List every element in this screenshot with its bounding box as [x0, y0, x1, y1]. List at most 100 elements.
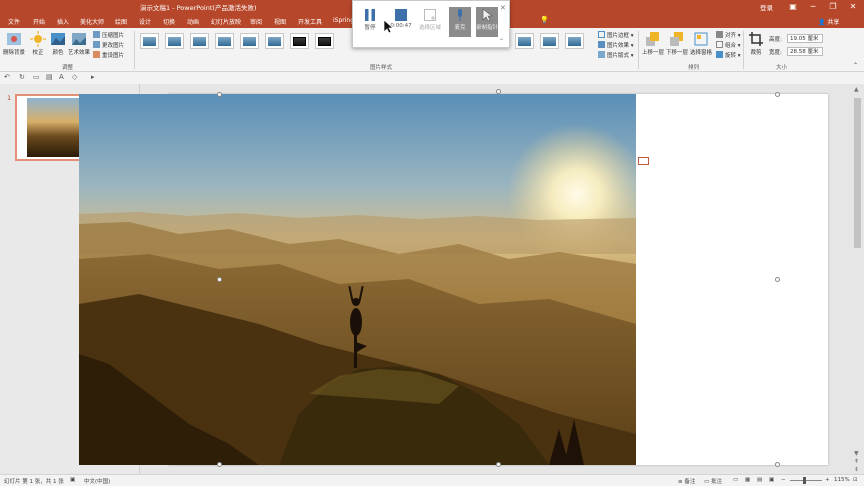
remove-background-button[interactable]: 删除背景	[2, 31, 26, 56]
tab-slideshow[interactable]: 幻灯片放映	[211, 17, 241, 26]
zoom-out-icon[interactable]: −	[781, 477, 786, 483]
sunset-photo	[79, 94, 636, 465]
tab-home[interactable]: 开始	[33, 17, 45, 26]
zoom-slider[interactable]	[790, 480, 822, 481]
shapes-icon[interactable]: ◇	[72, 73, 77, 81]
scroll-up-icon[interactable]: ▲	[854, 86, 859, 93]
minimize-icon[interactable]: ─	[806, 1, 820, 13]
language-label[interactable]: 中文(中国)	[84, 477, 110, 485]
resize-handle[interactable]	[217, 462, 222, 467]
zoom-in-icon[interactable]: +	[825, 477, 830, 483]
resize-handle[interactable]	[217, 92, 222, 97]
style-thumb[interactable]	[265, 33, 284, 49]
zoom-slider-thumb[interactable]	[803, 477, 806, 484]
slide-sorter-icon[interactable]: ▦	[745, 477, 750, 483]
tab-review[interactable]: 审阅	[250, 17, 262, 26]
send-backward-button[interactable]: 下移一层	[665, 31, 689, 56]
tell-me-icon[interactable]: 💡	[540, 16, 549, 24]
change-picture-button[interactable]: 更改图片	[93, 41, 124, 49]
login-button[interactable]: 登录	[760, 2, 773, 12]
style-thumb[interactable]	[140, 33, 159, 49]
style-thumb[interactable]	[190, 33, 209, 49]
resize-handle[interactable]	[775, 92, 780, 97]
prev-slide-icon[interactable]: ⇞	[854, 458, 859, 465]
comments-button[interactable]: ▭ 批注	[704, 477, 722, 485]
style-thumb[interactable]	[290, 33, 309, 49]
scrollbar-thumb[interactable]	[854, 98, 861, 248]
correct-button[interactable]: 校正	[29, 31, 47, 56]
tab-design[interactable]: 设计	[139, 17, 151, 26]
slideshow-icon[interactable]: ▭	[33, 73, 40, 81]
reset-picture-button[interactable]: 重设图片	[93, 51, 124, 59]
record-pointer-button[interactable]: 录制指针	[476, 7, 498, 37]
style-thumb[interactable]	[565, 33, 584, 49]
mouse-cursor-icon	[384, 20, 394, 34]
correct-label: 校正	[32, 50, 44, 56]
group-button[interactable]: 组合 ▾	[716, 41, 741, 49]
scroll-down-icon[interactable]: ▼	[854, 450, 859, 457]
fit-slide-icon[interactable]: ⊡	[853, 477, 858, 483]
tab-developer[interactable]: 开发工具	[298, 17, 322, 26]
vertical-scrollbar[interactable]: ▲ ▼ ⇞ ⇟	[851, 84, 864, 474]
select-area-button[interactable]: 选择区域	[419, 9, 441, 31]
slide-picture[interactable]	[79, 94, 636, 465]
redo-icon[interactable]: ↻	[19, 73, 25, 81]
rotate-handle[interactable]	[496, 89, 501, 94]
tab-draw[interactable]: 绘图	[115, 17, 127, 26]
bring-forward-label: 上移一层	[641, 50, 664, 56]
pause-button[interactable]: 暂停	[359, 9, 381, 31]
style-thumb[interactable]	[240, 33, 259, 49]
tab-ispring[interactable]: iSpring	[333, 17, 354, 24]
slide-count: 幻灯片 第 1 张，共 1 张	[4, 479, 64, 485]
close-icon[interactable]: ✕	[846, 1, 860, 13]
rotate-button[interactable]: 旋转 ▾	[716, 51, 741, 59]
picture-border-button[interactable]: 图片边框 ▾	[598, 31, 634, 39]
spellcheck-icon[interactable]: ▣	[70, 477, 75, 483]
color-button[interactable]: 颜色	[49, 31, 67, 56]
ribbon-display-icon[interactable]: ▣	[786, 1, 800, 13]
customize-icon[interactable]: ▸	[91, 73, 95, 81]
style-thumb[interactable]	[515, 33, 534, 49]
crop-button[interactable]: 裁剪	[746, 31, 766, 56]
reading-view-icon[interactable]: ▤	[757, 477, 762, 483]
style-thumb[interactable]	[315, 33, 334, 49]
zoom-level[interactable]: 115%	[834, 477, 850, 483]
style-thumb[interactable]	[215, 33, 234, 49]
picture-layout-button[interactable]: 图片版式 ▾	[598, 51, 634, 59]
tab-view[interactable]: 视图	[274, 17, 286, 26]
undo-icon[interactable]: ↶	[4, 73, 10, 81]
next-slide-icon[interactable]: ⇟	[854, 466, 859, 473]
width-field[interactable]: 28.58 厘米	[787, 47, 823, 56]
slideshow-view-icon[interactable]: ▣	[769, 477, 774, 483]
tab-beautify[interactable]: 美化大师	[80, 17, 104, 26]
collapse-ribbon-icon[interactable]: ⌃	[853, 62, 858, 69]
resize-handle[interactable]	[775, 462, 780, 467]
resize-handle[interactable]	[217, 277, 222, 282]
resize-handle[interactable]	[496, 462, 501, 467]
artistic-effects-button[interactable]: 艺术效果	[68, 31, 90, 56]
selection-pane-button[interactable]: 选择窗格	[689, 31, 713, 56]
tab-transitions[interactable]: 切换	[163, 17, 175, 26]
close-icon[interactable]: ✕	[500, 4, 506, 12]
compress-pictures-button[interactable]: 压缩图片	[93, 31, 124, 39]
style-thumb[interactable]	[540, 33, 559, 49]
save-icon[interactable]: ▤	[46, 73, 53, 81]
tab-animations[interactable]: 动画	[187, 17, 199, 26]
align-button[interactable]: 对齐 ▾	[716, 31, 741, 39]
font-size-icon[interactable]: A	[59, 73, 64, 81]
tab-file[interactable]: 文件	[8, 17, 20, 26]
height-field[interactable]: 19.05 厘米	[787, 34, 823, 43]
maximize-icon[interactable]: ❐	[826, 1, 840, 13]
normal-view-icon[interactable]: ▭	[733, 477, 738, 483]
share-button[interactable]: 👤 共享	[818, 17, 839, 26]
microphone-button[interactable]: 麦克	[449, 7, 471, 37]
picture-effects-button[interactable]: 图片效果 ▾	[598, 41, 634, 49]
window-title: 演示文稿1 - PowerPoint(产品激活失败)	[140, 4, 257, 12]
tab-insert[interactable]: 插入	[57, 17, 69, 26]
bring-forward-button[interactable]: 上移一层	[641, 31, 665, 56]
notes-button[interactable]: ≡ 备注	[678, 477, 695, 485]
chevron-up-icon[interactable]: ⌃	[499, 38, 504, 45]
resize-handle[interactable]	[775, 277, 780, 282]
comment-icon[interactable]	[638, 157, 649, 165]
style-thumb[interactable]	[165, 33, 184, 49]
